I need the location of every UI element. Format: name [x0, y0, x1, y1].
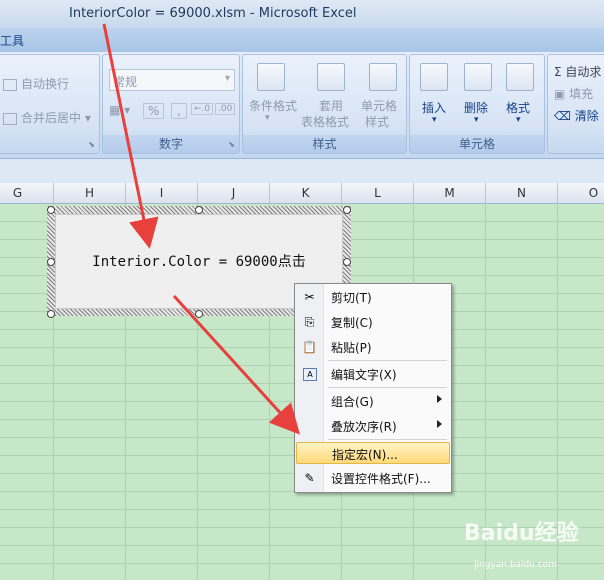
- baidu-watermark: Baidu经验: [464, 521, 579, 546]
- arrow-to-assign-macro: [172, 294, 301, 435]
- arrow-to-button: [102, 23, 159, 249]
- annotation-arrows: [102, 23, 301, 435]
- baidu-watermark-url: jingyan.baidu.com: [474, 560, 558, 570]
